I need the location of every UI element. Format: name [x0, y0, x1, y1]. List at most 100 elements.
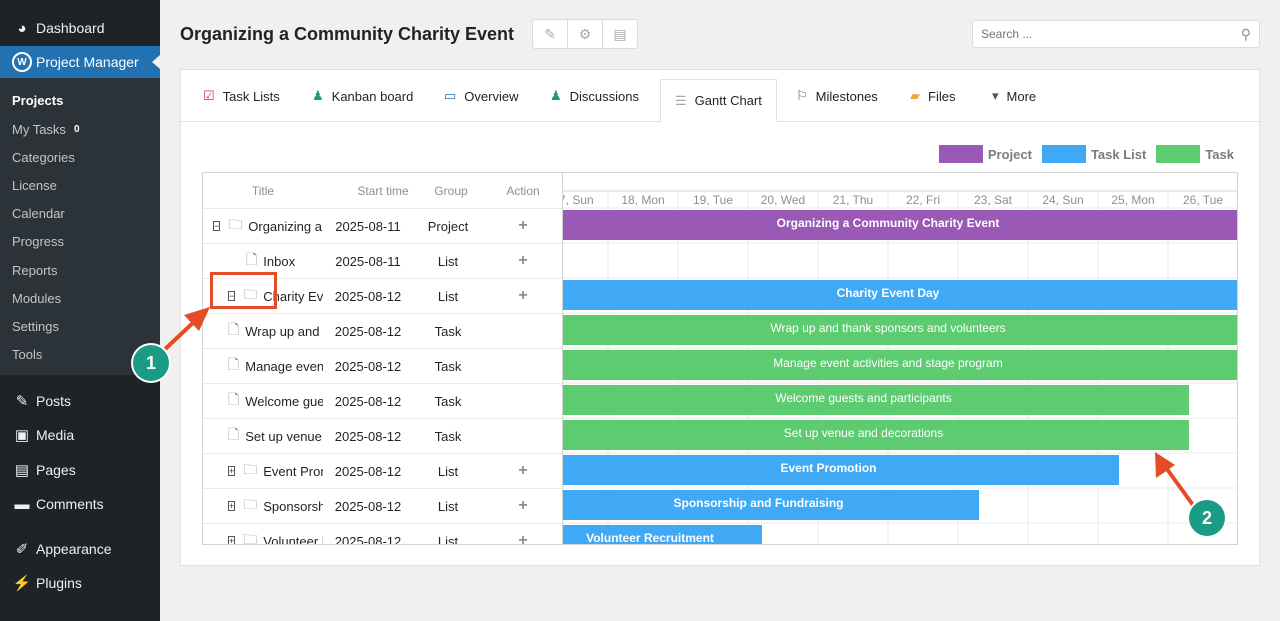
menu-item[interactable]: ⚡ Plugins	[0, 573, 160, 593]
add-button[interactable]: +	[518, 462, 527, 480]
add-button-cell: +	[483, 209, 562, 243]
table-row[interactable]: 🗋 Set up venue and decorations 2025-08-12 T…	[203, 418, 562, 453]
table-row[interactable]: 🗋 Manage event activities and stage progr…	[203, 348, 562, 383]
callout-badge-2: 2	[1189, 500, 1225, 536]
add-button[interactable]: +	[518, 287, 527, 305]
day-tick-label: 18, Mon	[621, 193, 664, 207]
tab-label: Task Lists	[222, 88, 280, 104]
add-button[interactable]: +	[518, 497, 527, 515]
title-cell: + 🗀 Sponsorship and Fundraising	[228, 489, 323, 523]
gantt-legend: Project Task List Task	[929, 145, 1234, 163]
search-input[interactable]	[973, 21, 1223, 47]
edit-icon[interactable]: ✎	[533, 20, 568, 48]
highlight-box	[210, 272, 277, 309]
row-title[interactable]: Set up venue and decorations	[245, 429, 323, 444]
group-label-cell: List	[413, 524, 483, 545]
expand-toggle[interactable]: +	[228, 501, 236, 511]
tab-label: Milestones	[815, 88, 878, 104]
callout-badge-1: 1	[133, 345, 169, 381]
grid-header: Action	[506, 183, 540, 198]
submenu-item[interactable]: Categories	[12, 150, 75, 165]
submenu-item[interactable]: License	[12, 178, 57, 193]
table-row[interactable]: 🗋 Welcome guests and participants 2025-08-…	[203, 383, 562, 418]
table-row[interactable]: −🗀 Organizing a Community Charity Event 20…	[203, 208, 562, 243]
group-label-cell: Task	[413, 349, 483, 383]
gantt-bar-label: Volunteer Recruitment	[586, 531, 714, 545]
menu-item-label: Appearance	[36, 541, 112, 557]
start-time: 2025-08-12	[334, 463, 402, 479]
folder-icon: 🗀	[243, 531, 258, 545]
row-title[interactable]: Manage event activities and stage progra…	[245, 359, 323, 374]
group-label-cell: Task	[413, 419, 483, 453]
folder-icon: 🗀	[228, 216, 243, 232]
document-icon[interactable]: ▤	[603, 20, 637, 48]
gantt-bar-label: Charity Event Day	[837, 286, 940, 300]
menu-dashboard[interactable]: ◕ Dashboard	[0, 10, 160, 46]
row-title[interactable]: Wrap up and thank sponsors and volunteer…	[245, 324, 323, 339]
table-row[interactable]: + 🗀 Event Promotion 2025-08-12 List +	[203, 453, 562, 488]
group-label-cell: List	[413, 244, 483, 278]
start-time-cell: 2025-08-12	[323, 489, 413, 523]
grid-header: Title	[251, 183, 275, 198]
add-button[interactable]: +	[518, 217, 527, 235]
start-time: 2025-08-12	[334, 498, 402, 514]
tab-more[interactable]: ▾ More	[992, 70, 1036, 122]
table-row[interactable]: + 🗀 Sponsorship and Fundraising 2025-08-12 L…	[203, 488, 562, 523]
tab-discussions[interactable]: ♟ Discussions	[550, 70, 639, 122]
file-icon: 🗋	[246, 251, 258, 267]
row-title[interactable]: Organizing a Community Charity Event	[248, 219, 323, 234]
expand-toggle[interactable]: +	[228, 536, 236, 544]
gantt-bar-label: Wrap up and thank sponsors and volunteer…	[770, 321, 1005, 335]
legend-swatch	[938, 145, 983, 163]
submenu-item[interactable]: Settings	[12, 319, 59, 334]
group-label: List	[437, 288, 459, 304]
title-actions: ✎ ⚙ ▤	[532, 19, 638, 49]
submenu-item[interactable]: Calendar	[12, 206, 65, 221]
menu-item[interactable]: ✎ Posts	[0, 391, 160, 411]
collapse-toggle[interactable]: −	[213, 221, 221, 231]
menu-item-label: Plugins	[36, 575, 82, 591]
day-tick-label: 22, Fri	[906, 193, 940, 207]
submenu-item[interactable]: Progress	[12, 234, 64, 249]
tab-kanban-board[interactable]: ♟ Kanban board	[312, 70, 413, 122]
add-button[interactable]: +	[518, 532, 527, 544]
submenu-item[interactable]: My Tasks 0	[12, 122, 80, 137]
tab-files[interactable]: ▰ Files	[910, 70, 955, 122]
table-row[interactable]: + 🗀 Volunteer Recruitment 2025-08-12 List +	[203, 523, 562, 545]
start-time-cell: 2025-08-11	[323, 244, 413, 278]
table-row[interactable]: 🗋 Wrap up and thank sponsors and voluntee…	[203, 313, 562, 348]
row-title[interactable]: Inbox	[263, 254, 295, 269]
tab-overview[interactable]: ▭ Overview	[444, 70, 518, 122]
file-icon: 🗋	[228, 321, 240, 337]
submenu-item[interactable]: Tools	[12, 347, 42, 362]
expand-toggle[interactable]: +	[228, 466, 236, 476]
menu-item-label: Posts	[36, 393, 72, 409]
row-title[interactable]: Volunteer Recruitment	[263, 534, 323, 545]
menu-item[interactable]: ✐ Appearance	[0, 539, 160, 559]
submenu-item[interactable]: Modules	[12, 291, 61, 306]
tab-task-lists[interactable]: ☑ Task Lists	[203, 70, 280, 122]
group-label: List	[437, 253, 459, 269]
start-time-cell: 2025-08-12	[323, 454, 413, 488]
tab-gantt-chart[interactable]: ☰ Gantt Chart	[660, 79, 777, 122]
row-title[interactable]: Event Promotion	[263, 464, 323, 479]
add-button[interactable]: +	[518, 252, 527, 270]
menu-item[interactable]: ▤ Pages	[0, 460, 160, 480]
submenu-item[interactable]: Reports	[12, 263, 58, 278]
submenu-item[interactable]: Projects	[12, 93, 63, 108]
menu-item[interactable]: ▬ Comments	[0, 494, 160, 514]
row-title[interactable]: Welcome guests and participants	[245, 394, 323, 409]
menu-item[interactable]: ▣ Media	[0, 425, 160, 445]
group-label: Task	[434, 428, 462, 444]
day-tick-label: 21, Thu	[833, 193, 873, 207]
search-icon[interactable]: ⚲	[1241, 26, 1251, 43]
gear-icon[interactable]: ⚙	[568, 20, 603, 48]
submenu-item-label: Projects	[12, 93, 64, 108]
row-title[interactable]: Sponsorship and Fundraising	[263, 499, 323, 514]
menu-project-manager[interactable]: W Project Manager	[0, 46, 160, 78]
start-time-cell: 2025-08-12	[323, 524, 413, 545]
start-time: 2025-08-12	[334, 323, 402, 339]
tab-milestones[interactable]: ⚐ Milestones	[796, 70, 878, 122]
group-label: List	[437, 498, 459, 514]
folder-icon: 🗀	[243, 461, 258, 477]
